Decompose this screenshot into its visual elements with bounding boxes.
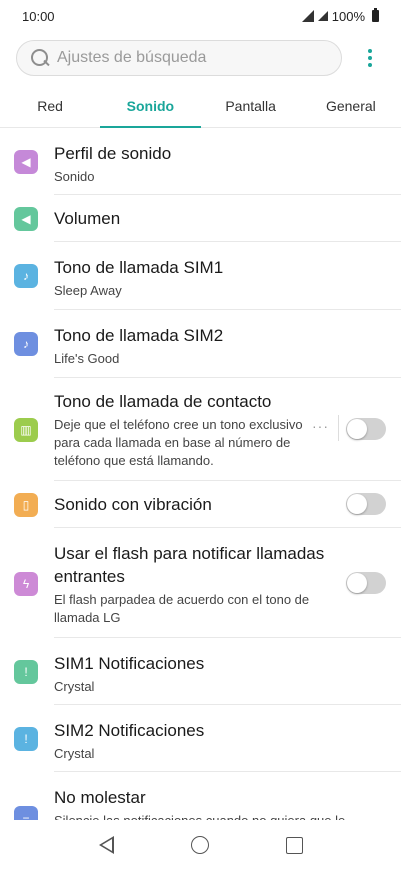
list-item-tono-sim1[interactable]: ♪ Tono de llamada SIM1 Sleep Away xyxy=(14,242,401,310)
back-icon xyxy=(99,836,115,854)
item-title: Tono de llamada SIM2 xyxy=(54,326,224,345)
battery-icon xyxy=(372,8,379,22)
status-bar: 10:00 100% xyxy=(0,0,401,32)
list-item-tono-sim2[interactable]: ♪ Tono de llamada SIM2 Life's Good xyxy=(14,310,401,378)
item-subtitle: Deje que el teléfono cree un tono exclus… xyxy=(54,417,303,468)
list-item-sim2-notificaciones[interactable]: ! SIM2 Notificaciones Crystal xyxy=(14,705,401,772)
tab-pantalla[interactable]: Pantalla xyxy=(201,88,301,127)
list-item-no-molestar[interactable]: − No molestar Silencie las notificacione… xyxy=(14,772,401,820)
item-title: Volumen xyxy=(54,209,121,228)
overflow-dot xyxy=(368,63,372,67)
settings-tabs: Red Sonido Pantalla General xyxy=(0,88,401,128)
volume-icon: ◀ xyxy=(14,207,38,231)
overflow-dot xyxy=(368,49,372,53)
item-title: SIM2 Notificaciones xyxy=(54,721,205,740)
contact-ringtone-toggle[interactable] xyxy=(346,418,386,440)
list-item-perfil-sonido[interactable]: ◀ Perfil de sonido Sonido xyxy=(14,128,401,195)
list-item-tono-contacto[interactable]: ▥ Tono de llamada de contacto Deje que e… xyxy=(14,378,401,481)
home-button[interactable] xyxy=(180,825,220,865)
search-input[interactable] xyxy=(57,49,317,67)
overflow-dot xyxy=(368,56,372,60)
item-title: Usar el flash para notificar llamadas en… xyxy=(54,544,325,586)
back-button[interactable] xyxy=(87,825,127,865)
status-time: 10:00 xyxy=(22,8,55,24)
item-subtitle: Life's Good xyxy=(54,351,120,366)
item-title: Tono de llamada de contacto xyxy=(54,392,272,411)
flash-toggle[interactable] xyxy=(346,572,386,594)
divider xyxy=(338,415,339,441)
list-item-flash-notificar[interactable]: ϟ Usar el flash para notificar llamadas … xyxy=(14,528,401,638)
tab-red[interactable]: Red xyxy=(0,88,100,127)
recents-icon xyxy=(285,836,303,854)
item-subtitle: Crystal xyxy=(54,679,95,694)
list-item-sonido-vibracion[interactable]: ▯ Sonido con vibración xyxy=(14,481,401,528)
settings-list: ◀ Perfil de sonido Sonido ◀ Volumen ♪ To… xyxy=(0,128,401,820)
item-subtitle: Sleep Away xyxy=(54,283,122,298)
item-title: Tono de llamada SIM1 xyxy=(54,258,224,277)
alert-icon: ! xyxy=(14,660,38,684)
item-subtitle: El flash parpadea de acuerdo con el tono… xyxy=(54,592,310,625)
search-icon xyxy=(31,49,49,67)
flash-icon: ϟ xyxy=(14,572,38,596)
music-note-icon: ♪ xyxy=(14,332,38,356)
status-icons: 100% xyxy=(301,8,379,24)
list-item-sim1-notificaciones[interactable]: ! SIM1 Notificaciones Crystal xyxy=(14,638,401,705)
alert-icon: ! xyxy=(14,727,38,751)
item-subtitle: Crystal xyxy=(54,746,95,761)
home-icon xyxy=(191,836,210,854)
speaker-icon: ◀ xyxy=(14,150,38,174)
tab-sonido[interactable]: Sonido xyxy=(100,88,201,128)
item-subtitle: Sonido xyxy=(54,169,95,184)
search-box[interactable] xyxy=(16,40,342,76)
search-row xyxy=(16,40,386,76)
more-options-button[interactable]: ··· xyxy=(312,418,329,434)
item-subtitle: Silencie las notificaciones cuando no qu… xyxy=(54,812,401,820)
tab-general[interactable]: General xyxy=(301,88,401,127)
recents-button[interactable] xyxy=(274,825,314,865)
piano-icon: ▥ xyxy=(14,418,38,442)
item-title: SIM1 Notificaciones xyxy=(54,654,205,673)
battery-percent: 100% xyxy=(331,8,365,24)
signal-icon xyxy=(317,11,328,21)
vibration-icon: ▯ xyxy=(14,493,38,517)
vibration-toggle[interactable] xyxy=(346,493,386,515)
signal-icon xyxy=(301,10,314,22)
item-title: Perfil de sonido xyxy=(54,144,172,163)
overflow-menu-button[interactable] xyxy=(362,46,378,70)
music-note-icon: ♪ xyxy=(14,264,38,288)
navigation-bar xyxy=(0,820,401,870)
item-title: No molestar xyxy=(54,788,146,807)
minus-circle-icon: − xyxy=(14,806,38,820)
list-item-volumen[interactable]: ◀ Volumen xyxy=(14,195,401,242)
